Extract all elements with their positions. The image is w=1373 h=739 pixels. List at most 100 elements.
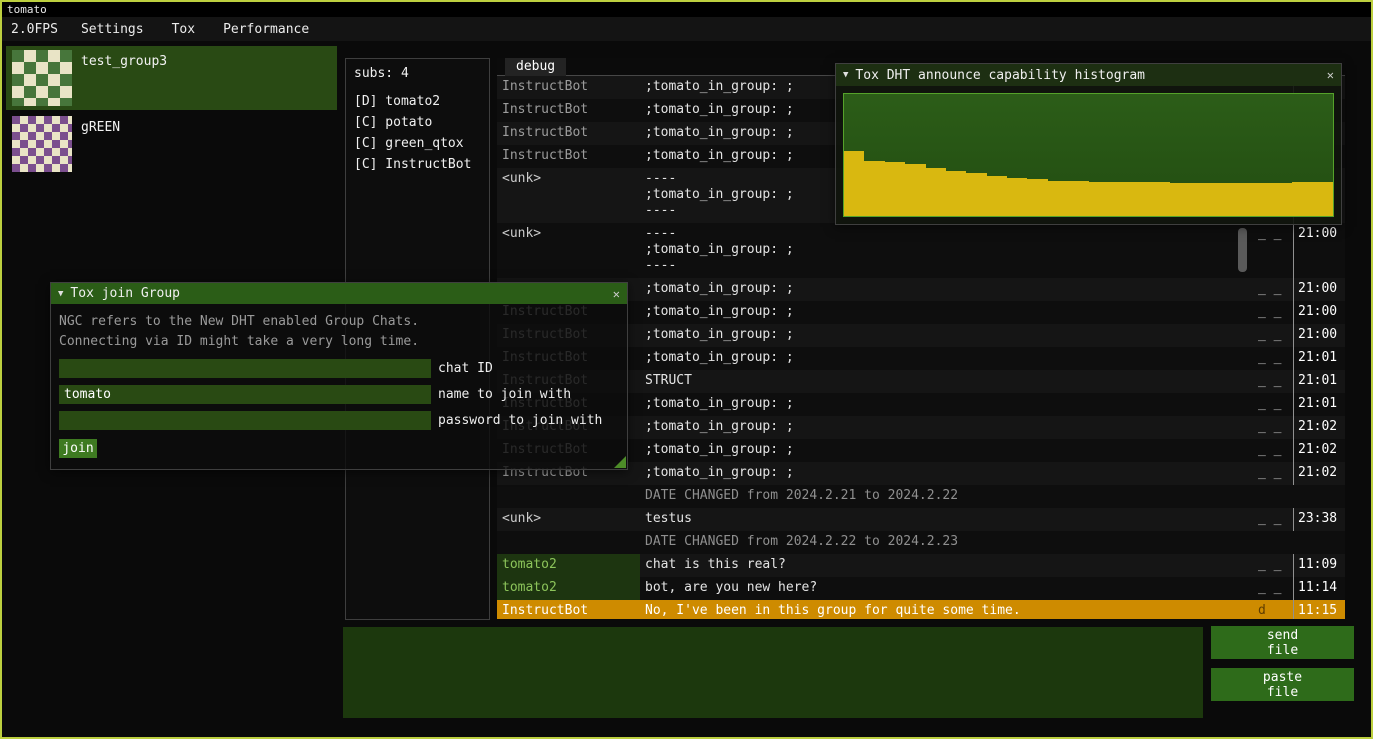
chat-row-message: ;tomato_in_group: ; xyxy=(640,347,1258,370)
chat-row-flags: _ _ xyxy=(1258,347,1293,370)
chat-row-time: 21:01 xyxy=(1293,393,1345,416)
message-input[interactable] xyxy=(343,627,1203,718)
menu-item-tox[interactable]: Tox xyxy=(158,22,209,37)
date-changed-text: DATE CHANGED from 2024.2.22 to 2024.2.23 xyxy=(640,531,1258,554)
histogram-bar xyxy=(1150,182,1170,216)
histogram-bar xyxy=(966,173,986,216)
histogram-bar xyxy=(885,162,905,216)
chat-row-flags: _ _ xyxy=(1258,439,1293,462)
chat-row-time: 21:01 xyxy=(1293,370,1345,393)
histogram-plot[interactable] xyxy=(843,93,1334,217)
member-item-tomato2[interactable]: [D] tomato2 xyxy=(346,91,489,112)
chat-row-time: 21:02 xyxy=(1293,439,1345,462)
sidebar-group-green[interactable]: gREEN xyxy=(6,112,337,176)
join-window-title: Tox join Group xyxy=(70,286,180,301)
chat-row-name: <unk> xyxy=(497,223,640,278)
chat-date-row: DATE CHANGED from 2024.2.21 to 2024.2.22 xyxy=(497,485,1345,508)
chat-message-row[interactable]: <unk>testus_ _23:38 xyxy=(497,508,1345,531)
chat-row-flags: _ _ xyxy=(1258,508,1293,531)
chat-row-message: bot, are you new here? xyxy=(640,577,1258,600)
chat-message-row[interactable]: tomato2bot, are you new here?_ _11:14 xyxy=(497,577,1345,600)
histogram-bar xyxy=(844,151,864,216)
histogram-window-titlebar[interactable]: ▼ Tox DHT announce capability histogram … xyxy=(836,64,1341,86)
chat-row-name: <unk> xyxy=(497,168,640,223)
chat-row-message: ---- ;tomato_in_group: ; ---- xyxy=(640,223,1258,278)
histogram-bar xyxy=(1272,183,1292,216)
histogram-bar xyxy=(1231,183,1251,216)
chat-row-name: <unk> xyxy=(497,508,640,531)
chat-id-label: chat ID xyxy=(438,361,493,376)
member-item-green_qtox[interactable]: [C] green_qtox xyxy=(346,133,489,154)
sidebar-group-test_group3[interactable]: test_group3 xyxy=(6,46,337,110)
window-titlebar: tomato xyxy=(2,2,1371,17)
chat-row-flags: _ _ xyxy=(1258,554,1293,577)
join-button[interactable]: join xyxy=(59,439,97,458)
join-password-label: password to join with xyxy=(438,413,602,428)
chat-message-row[interactable]: <unk>---- ;tomato_in_group: ; ----_ _21:… xyxy=(497,223,1345,278)
chat-row-time: 21:02 xyxy=(1293,462,1345,485)
histogram-bar xyxy=(926,168,946,216)
chat-row-time: 11:14 xyxy=(1293,577,1345,600)
chat-scrollbar-thumb[interactable] xyxy=(1238,228,1247,272)
send-file-button[interactable]: send file xyxy=(1211,626,1354,659)
chat-row-time: 21:00 xyxy=(1293,301,1345,324)
close-icon[interactable]: ✕ xyxy=(613,287,620,301)
chat-row-time: 11:15 xyxy=(1293,600,1345,619)
menu-item-settings[interactable]: Settings xyxy=(67,22,158,37)
join-group-window: ▼ Tox join Group ✕ NGC refers to the New… xyxy=(50,282,628,470)
collapse-arrow-icon[interactable]: ▼ xyxy=(58,289,63,299)
join-password-input[interactable] xyxy=(59,411,431,430)
tab-debug[interactable]: debug xyxy=(505,58,566,76)
chat-row-message: chat is this real? xyxy=(640,554,1258,577)
chat-row-flags: _ _ xyxy=(1258,324,1293,347)
member-item-potato[interactable]: [C] potato xyxy=(346,112,489,133)
group-avatar xyxy=(12,116,72,172)
chat-row-name: InstructBot xyxy=(497,76,640,99)
chat-row-name: InstructBot xyxy=(497,99,640,122)
join-name-input[interactable] xyxy=(59,385,431,404)
chat-row-name: tomato2 xyxy=(497,577,640,600)
histogram-bar xyxy=(946,171,966,216)
app-window: tomato 2.0FPS Settings Tox Performance t… xyxy=(0,0,1373,739)
chat-message-row[interactable]: InstructBotNo, I've been in this group f… xyxy=(497,600,1345,619)
chat-row-name: InstructBot xyxy=(497,145,640,168)
chat-row-flags: d xyxy=(1258,600,1293,619)
chat-row-time: 23:38 xyxy=(1293,508,1345,531)
chat-row-time: 21:00 xyxy=(1293,223,1345,278)
histogram-bar xyxy=(1313,182,1333,216)
window-title: tomato xyxy=(7,3,47,16)
paste-file-button[interactable]: paste file xyxy=(1211,668,1354,701)
chat-id-input[interactable] xyxy=(59,359,431,378)
histogram-bar xyxy=(987,176,1007,216)
collapse-arrow-icon[interactable]: ▼ xyxy=(843,70,848,80)
fps-counter: 2.0FPS xyxy=(2,22,67,37)
close-icon[interactable]: ✕ xyxy=(1327,68,1334,82)
chat-row-flags: _ _ xyxy=(1258,223,1293,278)
chat-row-flags: _ _ xyxy=(1258,462,1293,485)
group-name: gREEN xyxy=(81,120,120,176)
join-window-titlebar[interactable]: ▼ Tox join Group ✕ xyxy=(51,283,627,304)
histogram-bar xyxy=(1048,181,1068,216)
menu-item-performance[interactable]: Performance xyxy=(209,22,323,37)
histogram-bar xyxy=(1211,183,1231,216)
chat-row-flags: _ _ xyxy=(1258,301,1293,324)
chat-row-message: ;tomato_in_group: ; xyxy=(640,462,1258,485)
histogram-bar xyxy=(1170,183,1190,216)
chat-row-flags: _ _ xyxy=(1258,370,1293,393)
chat-message-row[interactable]: tomato2chat is this real?_ _11:09 xyxy=(497,554,1345,577)
chat-row-flags: _ _ xyxy=(1258,278,1293,301)
join-info-line: NGC refers to the New DHT enabled Group … xyxy=(59,312,619,332)
histogram-plot-area xyxy=(836,86,1341,224)
resize-grip-icon[interactable] xyxy=(614,456,626,468)
chat-row-flags: _ _ xyxy=(1258,416,1293,439)
histogram-bar xyxy=(1027,179,1047,216)
date-changed-text: DATE CHANGED from 2024.2.21 to 2024.2.22 xyxy=(640,485,1258,508)
chat-row-message: ;tomato_in_group: ; xyxy=(640,301,1258,324)
chat-row-name xyxy=(497,485,640,508)
chat-row-flags: _ _ xyxy=(1258,393,1293,416)
chat-row-time: 21:02 xyxy=(1293,416,1345,439)
member-item-instructbot[interactable]: [C] InstructBot xyxy=(346,154,489,175)
histogram-bar xyxy=(1292,182,1312,216)
group-avatar xyxy=(12,50,72,106)
chat-row-time: 21:00 xyxy=(1293,278,1345,301)
